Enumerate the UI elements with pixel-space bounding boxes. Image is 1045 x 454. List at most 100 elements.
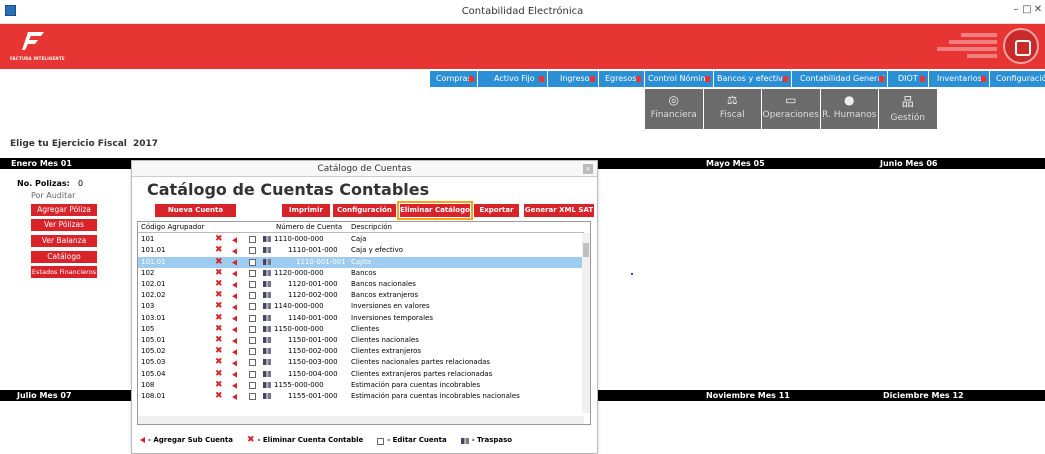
horizontal-scrollbar[interactable] [138,416,584,424]
col-numero[interactable]: Número de Cuenta [276,222,342,233]
delete-icon[interactable]: ✖ [215,257,223,268]
table-row[interactable]: 105.02 ✖ 1150-002-000 Clientes extranjeros [138,346,584,357]
fiscal-year-value[interactable]: 2017 [133,139,158,149]
cell-codigo: 101.01 [141,257,166,266]
delete-icon[interactable]: ✖ [215,313,223,324]
menu-activo-fijo[interactable]: Activo Fijo [478,71,547,87]
menu-compras[interactable]: Compras [430,71,477,87]
flag-icon [636,76,641,82]
month-julio[interactable]: Julio Mes 07 [17,390,72,401]
menu-ingresos[interactable]: Ingresos [548,71,598,87]
window-title: Contabilidad Electrónica [461,6,584,17]
delete-icon[interactable]: ✖ [215,335,223,346]
col-codigo[interactable]: Código Agrupador [141,222,204,233]
catalogo-cuentas-button[interactable]: Catálogo Cuentas [31,251,97,273]
dialog-close-button[interactable]: × [583,164,593,174]
ver-balanza-button[interactable]: Ver Balanza [31,235,97,247]
fiscal-year-label: Elige tu Ejercicio Fiscal [10,139,127,149]
vertical-scrollbar[interactable] [582,233,590,413]
module-fiscal[interactable]: ⚖ Fiscal [703,89,761,129]
table-row[interactable]: 102 ✖ 1120-000-000 Bancos [138,268,584,279]
cell-numero: 1150-000-000 [274,324,324,333]
estados-financieros-button[interactable]: Estados Financieros [31,266,97,278]
user-info [917,30,997,64]
menu-diot[interactable]: DIOT [888,71,928,87]
cell-numero: 1120-001-000 [288,280,338,288]
table-row[interactable]: 103.01 ✖ 1140-001-000 Inversiones temporale… [138,313,584,324]
month-junio[interactable]: Junio Mes 06 [880,158,937,169]
table-row[interactable]: 101 ✖ 1110-000-000 Caja [138,234,584,245]
power-icon[interactable] [1003,28,1039,64]
imprimir-button[interactable]: Imprimir [282,204,330,217]
table-row[interactable]: 108 ✖ 1155-000-000 Estimación para cuentas … [138,380,584,391]
module-gestion[interactable]: 品 Gestión [879,89,937,129]
configuracion-button[interactable]: Configuración [333,204,396,217]
main-menu: Compras Activo Fijo Ingresos Egresos Con… [430,71,1045,87]
module-financiera[interactable]: ◎ Financiera [645,89,703,129]
delete-icon[interactable]: ✖ [215,380,223,391]
cell-numero: 1150-003-000 [288,358,338,367]
month-diciembre[interactable]: Diciembre Mes 12 [883,390,964,401]
chart-icon: ◎ [668,93,679,107]
table-row[interactable]: 102.01 ✖ 1120-001-000 Bancos nacionales [138,279,584,290]
agregar-poliza-button[interactable]: Agregar Póliza [31,204,97,216]
table-row[interactable]: 108.01 ✖ 1155-001-000 Estimación para cuent… [138,391,584,402]
legend-item: - Agregar Sub Cuenta [140,436,233,444]
logo-icon [22,32,44,50]
menu-contabilidad-general[interactable]: Contabilidad General [792,71,887,87]
delete-icon[interactable]: ✖ [215,234,223,245]
exportar-button[interactable]: Exportar [474,204,519,217]
table-row[interactable]: 101.01 ✖ 1110-001-000 Caja y efectivo [138,245,584,256]
menu-inventarios[interactable]: Inventarios [929,71,989,87]
table-row[interactable]: 105.03 ✖ 1150-003-000 Clientes nacionales p… [138,357,584,368]
delete-icon[interactable]: ✖ [215,391,223,402]
delete-icon[interactable]: ✖ [215,369,223,380]
nueva-cuenta-madre-button[interactable]: Nueva Cuenta Madre [155,204,236,227]
legend-item: ✖ - Eliminar Cuenta Contable [247,435,364,445]
generar-xml-sat-button[interactable]: Generar XML SAT [524,204,594,217]
delete-icon[interactable]: ✖ [215,346,223,357]
delete-icon[interactable]: ✖ [215,290,223,301]
cell-numero: 1110-001-001 [296,257,346,266]
cell-codigo: 105.02 [141,347,166,356]
flag-icon [539,76,544,82]
table-row[interactable]: 103 ✖ 1140-000-000 Inversiones en valores [138,301,584,312]
add-subaccount-icon[interactable] [232,393,237,404]
month-enero[interactable]: Enero Mes 01 [11,158,72,169]
module-r-humanos[interactable]: ● R. Humanos [820,89,878,129]
menu-bancos[interactable]: Bancos y efectivo [714,71,791,87]
polizas-label: No. Polizas: [17,179,70,188]
cell-codigo: 103 [141,302,155,311]
delete-icon[interactable]: ✖ [215,279,223,290]
delete-icon[interactable]: ✖ [215,324,223,335]
cell-numero: 1110-000-000 [274,235,324,244]
cell-codigo: 103.01 [141,313,166,322]
legend-item: - Traspaso [460,436,512,444]
scale-icon: ⚖ [726,93,738,107]
edit-icon[interactable] [249,391,256,404]
eliminar-catalogo-button[interactable]: Eliminar Catálogo [397,201,473,220]
cell-descripcion: Inversiones temporales [351,313,433,322]
month-noviembre[interactable]: Noviembre Mes 11 [706,390,790,401]
module-operaciones[interactable]: ▭ Operaciones [762,89,820,129]
cell-codigo: 105.01 [141,336,166,344]
delete-icon[interactable]: ✖ [215,301,223,312]
close-button[interactable]: ✕ [1031,4,1045,15]
flag-icon [920,76,925,82]
menu-control-nomina[interactable]: Control Nómina [645,71,713,87]
brand-logo: FACTURA INTELIGENTE [10,30,90,64]
menu-egresos[interactable]: Egresos [599,71,644,87]
table-row[interactable]: 105 ✖ 1150-000-000 Clientes [138,324,584,335]
delete-icon[interactable]: ✖ [215,268,223,279]
transfer-icon[interactable] [263,391,271,403]
table-row[interactable]: 101.01 ✖ 1110-001-001 Cajita [138,256,584,268]
ver-polizas-button[interactable]: Ver Pólizas [31,219,97,231]
table-row[interactable]: 102.02 ✖ 1120-002-000 Bancos extranjeros [138,290,584,301]
col-descripcion[interactable]: Descripción [351,222,392,233]
table-row[interactable]: 105.04 ✖ 1150-004-000 Clientes extranjeros … [138,369,584,380]
delete-icon[interactable]: ✖ [215,357,223,368]
menu-configuracion[interactable]: Configuración [990,71,1045,87]
delete-icon[interactable]: ✖ [215,245,223,256]
month-mayo[interactable]: Mayo Mes 05 [706,158,765,169]
table-row[interactable]: 105.01 ✖ 1150-001-000 Clientes nacionales [138,335,584,346]
